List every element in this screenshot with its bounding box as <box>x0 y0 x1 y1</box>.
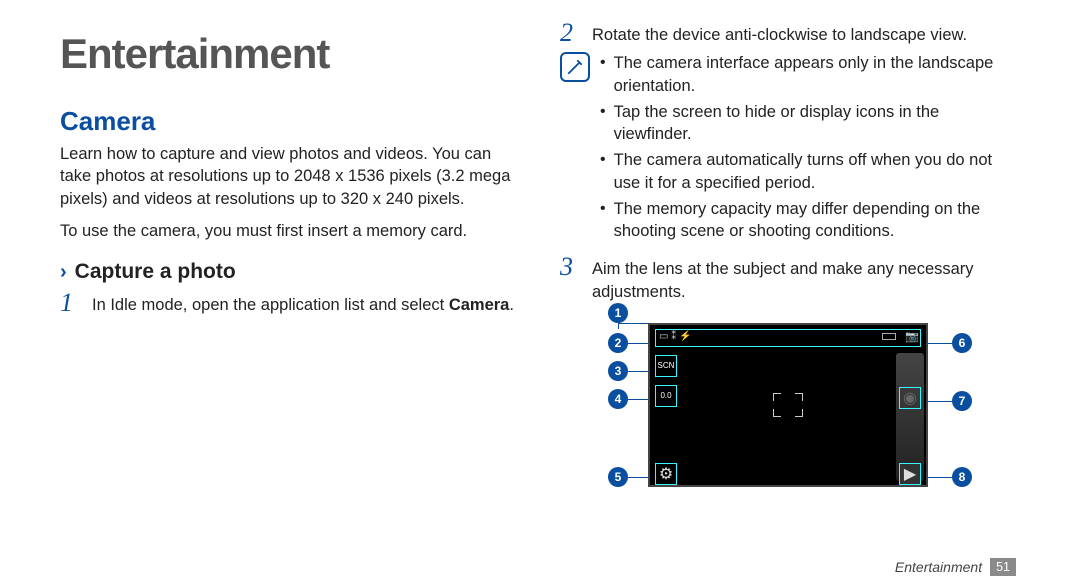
two-column-layout: Entertainment Camera Learn how to captur… <box>60 20 1020 556</box>
note-item-4: The memory capacity may differ depending… <box>614 198 1020 243</box>
bullet-dot: • <box>600 149 606 194</box>
note-block: •The camera interface appears only in th… <box>560 52 1020 246</box>
camera-diagram: 1 2 3 4 5 6 7 8 <box>560 309 1020 499</box>
callout-6: 6 <box>952 333 972 353</box>
left-column: Entertainment Camera Learn how to captur… <box>60 20 520 556</box>
right-column: 2 Rotate the device anti-clockwise to la… <box>560 20 1020 556</box>
bullet-dot: • <box>600 101 606 146</box>
subsection-heading: › Capture a photo <box>60 260 520 284</box>
step-body: Aim the lens at the subject and make any… <box>592 254 1020 303</box>
exposure-value-icon: 0.0 <box>655 385 677 407</box>
step-1-text: In Idle mode, open the application list … <box>92 296 449 314</box>
callout-3: 3 <box>608 361 628 381</box>
callout-2: 2 <box>608 333 628 353</box>
step-2: 2 Rotate the device anti-clockwise to la… <box>560 20 1020 46</box>
gallery-play-icon: ▶ <box>899 463 921 485</box>
section-title: Camera <box>60 106 520 137</box>
battery-icon <box>882 333 896 340</box>
mode-switch-icon: 📷 <box>905 330 919 343</box>
subsection-title: Capture a photo <box>75 260 236 284</box>
callout-7: 7 <box>952 391 972 411</box>
footer-section-name: Entertainment <box>895 559 982 575</box>
callout-4: 4 <box>608 389 628 409</box>
note-icon <box>560 52 590 82</box>
step-number: 1 <box>60 290 82 316</box>
step-1: 1 In Idle mode, open the application lis… <box>60 290 520 316</box>
callout-5: 5 <box>608 467 628 487</box>
note-item-3: The camera automatically turns off when … <box>614 149 1020 194</box>
note-bullet-list: •The camera interface appears only in th… <box>600 52 1020 246</box>
intro-paragraph-2: To use the camera, you must first insert… <box>60 220 520 242</box>
bullet-dot: • <box>600 198 606 243</box>
page-footer: Entertainment 51 <box>60 558 1020 576</box>
step-number: 2 <box>560 20 582 46</box>
footer-page-number: 51 <box>990 558 1016 576</box>
step-1-bold: Camera <box>449 296 510 314</box>
focus-brackets-icon <box>773 393 803 417</box>
right-control-column <box>896 353 924 481</box>
intro-paragraph-1: Learn how to capture and view photos and… <box>60 143 520 210</box>
step-number: 3 <box>560 254 582 303</box>
storage-indicator-icon: ▭ ⁑ ⚡ <box>659 331 691 342</box>
note-item-2: Tap the screen to hide or display icons … <box>614 101 1020 146</box>
shutter-button-icon: ◉ <box>899 387 921 409</box>
step-1-suffix: . <box>509 296 514 314</box>
callout-8: 8 <box>952 467 972 487</box>
settings-gear-icon: ⚙ <box>655 463 677 485</box>
note-item-1: The camera interface appears only in the… <box>614 52 1020 97</box>
step-body: Rotate the device anti-clockwise to land… <box>592 20 1020 46</box>
bullet-dot: • <box>600 52 606 97</box>
step-body: In Idle mode, open the application list … <box>92 290 520 316</box>
callout-1: 1 <box>608 303 628 323</box>
chevron-right-icon: › <box>60 261 67 284</box>
page-title: Entertainment <box>60 30 520 78</box>
step-3: 3 Aim the lens at the subject and make a… <box>560 254 1020 303</box>
scene-mode-icon: SCN <box>655 355 677 377</box>
manual-page: Entertainment Camera Learn how to captur… <box>0 0 1080 586</box>
camera-viewfinder: ▭ ⁑ ⚡ 📷 SCN 0.0 ⚙ ◉ ▶ <box>648 323 928 487</box>
